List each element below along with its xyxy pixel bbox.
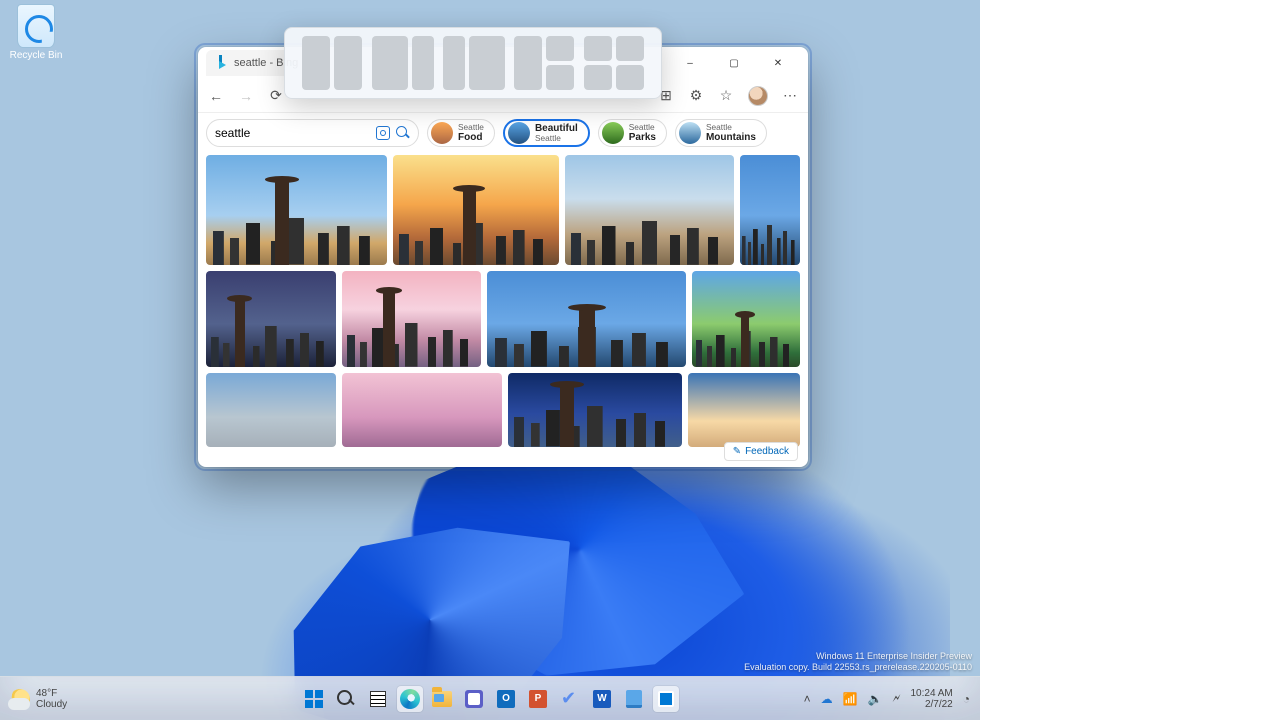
image-result[interactable]	[688, 373, 800, 447]
image-result[interactable]	[342, 271, 482, 367]
snap-layout-option[interactable]	[584, 36, 644, 90]
favorites-button[interactable]: ☆	[718, 88, 734, 104]
system-tray: ˄ ☁ 📶 🔈 🗲 10:24 AM 2/7/22 ◔	[804, 688, 980, 710]
build-watermark: Windows 11 Enterprise Insider Preview Ev…	[744, 651, 972, 674]
task-view-button[interactable]	[365, 686, 391, 712]
profile-avatar[interactable]	[748, 86, 768, 106]
recycle-bin-icon	[17, 4, 55, 48]
snap-layout-option[interactable]	[372, 36, 434, 90]
image-result[interactable]	[206, 271, 336, 367]
snap-layout-option[interactable]	[302, 36, 362, 90]
taskbar-app-outlook[interactable]: O	[493, 686, 519, 712]
taskbar-app-generic[interactable]	[653, 686, 679, 712]
image-result[interactable]	[342, 373, 502, 447]
image-result[interactable]	[206, 155, 387, 265]
feedback-button[interactable]: ✎ Feedback	[724, 442, 798, 461]
browser-window: seattle - Bing imag – ▢ ✕ ← → ⟳ ⊞ ⚙ ☆ ⋯	[198, 47, 808, 467]
page-content: SeattleFood BeautifulSeattle SeattlePark…	[198, 113, 808, 467]
taskbar-weather[interactable]: 48°F Cloudy	[0, 688, 67, 710]
chip-seattle-food[interactable]: SeattleFood	[427, 119, 495, 147]
tray-onedrive-icon[interactable]: ☁	[821, 692, 833, 706]
image-result[interactable]	[740, 155, 800, 265]
taskbar-app-notepad[interactable]	[621, 686, 647, 712]
weather-icon	[10, 689, 30, 709]
taskbar: 48°F Cloudy O P ✔ W ˄ ☁ 📶 🔈 🗲 10:24	[0, 676, 980, 720]
bing-icon	[216, 55, 228, 71]
minimize-button[interactable]: –	[668, 48, 712, 78]
tray-chevron-icon[interactable]: ˄	[804, 692, 811, 706]
start-button[interactable]	[301, 686, 327, 712]
taskbar-app-word[interactable]: W	[589, 686, 615, 712]
tray-battery-icon[interactable]: 🗲	[892, 691, 900, 706]
forward-button[interactable]: →	[238, 88, 254, 104]
image-result[interactable]	[206, 373, 336, 447]
chip-thumb-icon	[431, 122, 453, 144]
taskbar-app-todo[interactable]: ✔	[557, 686, 583, 712]
taskbar-pinned-apps: O P ✔ W	[301, 686, 679, 712]
taskbar-app-edge[interactable]	[397, 686, 423, 712]
chip-seattle-mountains[interactable]: SeattleMountains	[675, 119, 767, 147]
image-result[interactable]	[487, 271, 686, 367]
feedback-icon: ✎	[733, 446, 741, 457]
recycle-bin-label: Recycle Bin	[8, 50, 64, 61]
chip-thumb-icon	[679, 122, 701, 144]
maximize-button[interactable]: ▢	[712, 48, 756, 78]
chip-thumb-icon	[508, 122, 530, 144]
search-input[interactable]	[215, 126, 370, 140]
taskbar-search[interactable]	[333, 686, 359, 712]
settings-button[interactable]: ⚙	[688, 88, 704, 104]
desktop-icon-recycle-bin[interactable]: Recycle Bin	[8, 4, 64, 61]
close-button[interactable]: ✕	[756, 48, 800, 78]
taskbar-app-teams[interactable]	[461, 686, 487, 712]
snap-layout-option[interactable]	[443, 36, 505, 90]
search-icon[interactable]	[396, 126, 410, 140]
more-button[interactable]: ⋯	[782, 88, 798, 104]
image-result[interactable]	[393, 155, 559, 265]
taskbar-app-powerpoint[interactable]: P	[525, 686, 551, 712]
chip-beautiful-seattle[interactable]: BeautifulSeattle	[503, 119, 590, 147]
taskbar-clock[interactable]: 10:24 AM 2/7/22	[910, 688, 952, 710]
snap-layout-option[interactable]	[514, 36, 574, 90]
chip-seattle-parks[interactable]: SeattleParks	[598, 119, 667, 147]
image-result[interactable]	[565, 155, 734, 265]
visual-search-icon[interactable]	[376, 126, 390, 140]
tray-volume-icon[interactable]: 🔈	[868, 692, 883, 706]
tray-notifications-icon[interactable]: ◔	[963, 692, 970, 706]
refresh-button[interactable]: ⟳	[268, 88, 284, 104]
chip-thumb-icon	[602, 122, 624, 144]
snap-layouts-flyout	[284, 27, 662, 99]
image-result[interactable]	[508, 373, 683, 447]
tray-network-icon[interactable]: 📶	[843, 692, 858, 706]
taskbar-app-explorer[interactable]	[429, 686, 455, 712]
search-box[interactable]	[206, 119, 419, 147]
back-button[interactable]: ←	[208, 88, 224, 104]
image-result[interactable]	[692, 271, 800, 367]
